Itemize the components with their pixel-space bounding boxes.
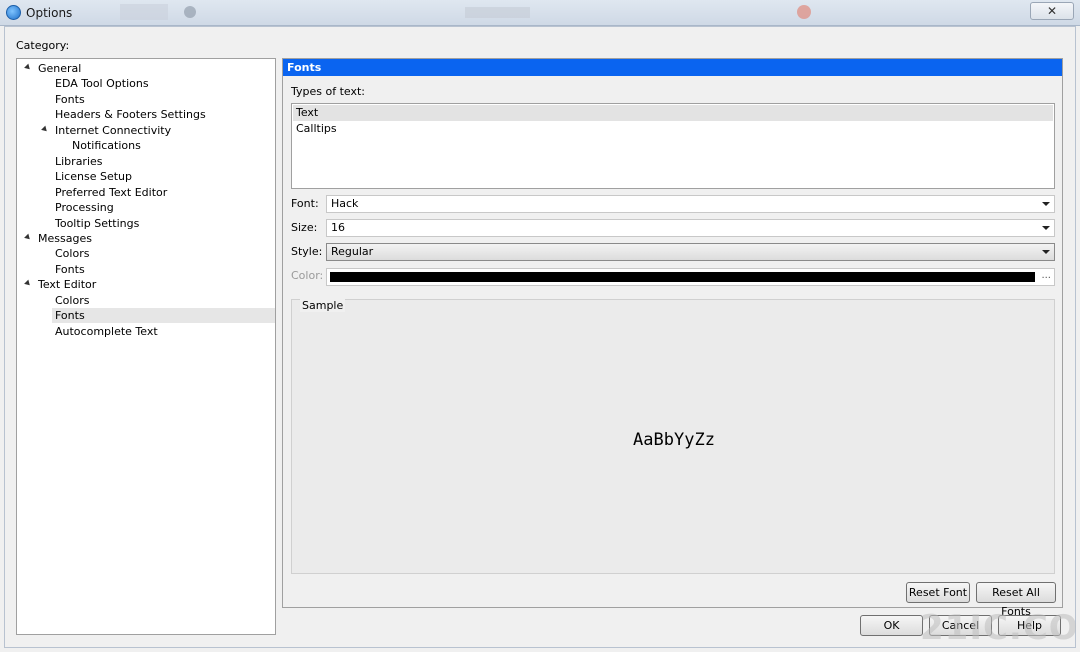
color-picker[interactable]: ...	[326, 268, 1055, 286]
style-select[interactable]: Regular	[326, 243, 1055, 261]
tree-item-label: Fonts	[55, 262, 85, 276]
tree-item-label: Headers & Footers Settings	[55, 108, 206, 122]
tree-item-label: Notifications	[72, 139, 141, 153]
tree-item[interactable]: Colors	[52, 246, 89, 261]
font-select-value: Hack	[331, 197, 359, 210]
size-select[interactable]: 16	[326, 219, 1055, 237]
expand-arrow-icon[interactable]	[24, 63, 32, 72]
tree-item[interactable]: Tooltip Settings	[52, 216, 139, 231]
size-select-value: 16	[331, 221, 345, 234]
list-item-text[interactable]: Text	[293, 105, 1053, 121]
reset-all-fonts-button[interactable]: Reset All Fonts	[976, 582, 1056, 618]
tree-item-label: Messages	[38, 231, 92, 245]
size-label: Size:	[291, 221, 318, 234]
chevron-down-icon	[1042, 202, 1050, 206]
background-window-ghost	[120, 4, 168, 20]
tree-item[interactable]: Preferred Text Editor	[52, 185, 167, 200]
tree-item-label: License Setup	[55, 170, 132, 184]
tree-item-label: General	[38, 62, 82, 75]
expand-arrow-icon[interactable]	[24, 279, 32, 288]
tree-item[interactable]: Libraries	[52, 154, 103, 169]
category-label: Category:	[16, 39, 70, 52]
expand-arrow-icon[interactable]	[24, 233, 32, 242]
tree-item-label: Processing	[55, 201, 114, 215]
tree-item-label: EDA Tool Options	[55, 77, 149, 91]
chevron-down-icon	[1042, 250, 1050, 254]
tree-item[interactable]: General	[35, 61, 81, 76]
types-of-text-list[interactable]: Text Calltips	[291, 103, 1055, 189]
tree-item[interactable]: Autocomplete Text	[52, 324, 158, 339]
color-more-button[interactable]: ...	[1041, 270, 1051, 281]
background-icon-ghost	[184, 6, 196, 18]
sample-title: Sample	[300, 299, 346, 312]
style-select-value: Regular	[331, 245, 374, 258]
sample-group: Sample AaBbYyZz	[291, 299, 1055, 574]
tree-item-label: Colors	[55, 293, 90, 307]
tree-item-label: Colors	[55, 247, 90, 261]
tree-item[interactable]: Fonts	[52, 262, 85, 277]
tree-item-label: Internet Connectivity	[55, 123, 172, 137]
tree-item-label: Preferred Text Editor	[55, 185, 168, 199]
tree-item[interactable]: Fonts	[52, 92, 85, 107]
tree-item[interactable]: Notifications	[69, 138, 141, 153]
tree-item[interactable]: Processing	[52, 200, 114, 215]
sample-preview-text: AaBbYyZz	[633, 430, 715, 450]
expand-arrow-icon[interactable]	[41, 125, 49, 134]
tree-item-label: Autocomplete Text	[55, 324, 158, 338]
window-title: Options	[26, 6, 73, 20]
style-label: Style:	[291, 245, 323, 258]
app-icon	[6, 5, 21, 20]
tree-item[interactable]: Text Editor	[35, 277, 96, 292]
tree-item-label: Text Editor	[38, 278, 97, 292]
tree-item[interactable]: EDA Tool Options	[52, 76, 149, 91]
panel-header: Fonts	[283, 59, 1062, 76]
list-item-calltips[interactable]: Calltips	[293, 121, 1053, 137]
tree-item[interactable]: Colors	[52, 293, 89, 308]
watermark-logo: 21IC.COM	[920, 608, 1080, 648]
tree-item-label: Fonts	[55, 309, 85, 323]
reset-font-button[interactable]: Reset Font	[906, 582, 970, 603]
color-swatch	[330, 272, 1035, 282]
title-bar: Options ✕	[0, 0, 1080, 26]
types-of-text-label: Types of text:	[291, 85, 366, 98]
ok-button[interactable]: OK	[860, 615, 923, 636]
tree-item[interactable]: Internet Connectivity	[52, 123, 171, 138]
tree-item-label: Tooltip Settings	[55, 216, 140, 230]
close-button[interactable]: ✕	[1030, 2, 1074, 20]
tree-item-label: Libraries	[55, 154, 103, 168]
background-title-ghost	[465, 7, 530, 18]
tree-item[interactable]: Fonts	[52, 308, 275, 324]
tree-item[interactable]: Messages	[35, 231, 92, 246]
color-label: Color:	[291, 269, 324, 282]
font-select[interactable]: Hack	[326, 195, 1055, 213]
tree-item[interactable]: Headers & Footers Settings	[52, 107, 206, 122]
tree-item[interactable]: License Setup	[52, 169, 132, 184]
tree-item-label: Fonts	[55, 92, 85, 106]
category-tree[interactable]: General EDA Tool Options Fonts Headers & Fo…	[16, 58, 276, 635]
fonts-panel: Fonts Types of text: Text Calltips Font:…	[282, 58, 1063, 618]
chevron-down-icon	[1042, 226, 1050, 230]
font-label: Font:	[291, 197, 319, 210]
background-close-ghost	[797, 5, 811, 19]
